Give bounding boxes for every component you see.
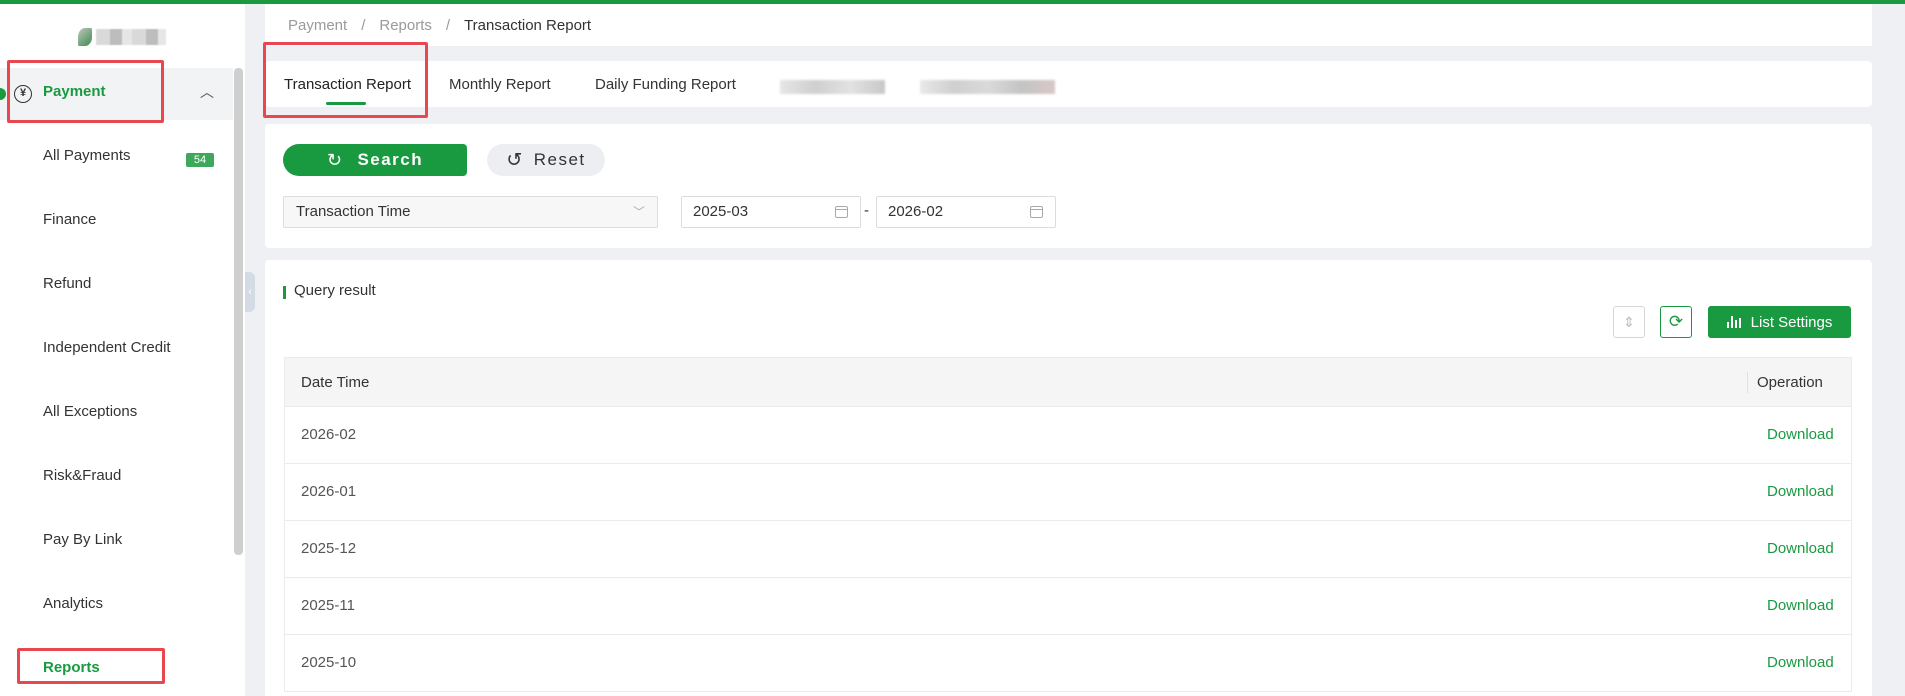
table-row: 2025-11 Download <box>285 578 1851 635</box>
results-title: Query result <box>294 282 376 299</box>
breadcrumb-separator: / <box>445 16 451 34</box>
column-header-operation: Operation <box>1757 374 1823 391</box>
calendar-icon <box>835 206 848 218</box>
sidebar-item-analytics[interactable]: Analytics <box>43 595 103 612</box>
download-link[interactable]: Download <box>1767 426 1834 443</box>
date-from-value: 2025-03 <box>693 203 749 220</box>
sidebar-scrollbar[interactable] <box>234 68 243 555</box>
date-range-separator: - <box>864 202 869 219</box>
highlight-box-transaction-tab <box>263 42 428 118</box>
sidebar-item-finance[interactable]: Finance <box>43 211 96 228</box>
calendar-icon <box>1030 206 1043 218</box>
results-table: Date Time Operation 2026-02 Download 202… <box>284 357 1852 692</box>
row-date: 2026-02 <box>301 426 357 443</box>
sidebar-item-all-exceptions[interactable]: All Exceptions <box>43 403 137 420</box>
export-icon[interactable]: ⇕ <box>1613 306 1645 338</box>
download-link[interactable]: Download <box>1767 654 1834 671</box>
list-settings-label: List Settings <box>1750 313 1833 331</box>
sidebar-item-risk-fraud[interactable]: Risk&Fraud <box>43 467 121 484</box>
sidebar-item-refund[interactable]: Refund <box>43 275 91 292</box>
active-indicator <box>0 88 6 100</box>
collapse-sidebar-handle[interactable]: ‹ <box>245 272 255 312</box>
chevron-down-icon: ﹀ <box>632 205 645 219</box>
breadcrumb-separator: / <box>361 16 366 34</box>
table-row: 2026-02 Download <box>285 407 1851 464</box>
table-row: 2025-10 Download <box>285 635 1851 692</box>
section-marker <box>283 286 286 299</box>
download-link[interactable]: Download <box>1767 483 1834 500</box>
reset-button-label: Reset <box>533 150 586 169</box>
highlight-box-payment <box>7 60 164 123</box>
search-panel: ↻ Search ↺ Reset Transaction Time ﹀ 2025… <box>265 124 1872 248</box>
search-icon: ↻ <box>326 149 344 170</box>
row-date: 2026-01 <box>301 483 357 500</box>
date-from-input[interactable]: 2025-03 <box>681 196 861 228</box>
sidebar-item-pay-by-link[interactable]: Pay By Link <box>43 531 122 548</box>
highlight-box-reports <box>17 648 165 684</box>
refresh-icon[interactable]: ⟳ <box>1660 306 1692 338</box>
table-row: 2025-12 Download <box>285 521 1851 578</box>
date-to-value: 2026-02 <box>888 203 944 220</box>
column-header-date: Date Time <box>301 374 370 391</box>
reset-icon: ↺ <box>506 149 524 171</box>
row-date: 2025-10 <box>301 654 357 671</box>
tab-monthly-report[interactable]: Monthly Report <box>449 76 551 93</box>
breadcrumb: Payment / Reports / Transaction Report <box>265 4 1872 46</box>
column-divider <box>1747 372 1748 393</box>
sidebar-item-all-payments[interactable]: All Payments <box>43 147 131 164</box>
table-row: 2026-01 Download <box>285 464 1851 521</box>
row-date: 2025-12 <box>301 540 357 557</box>
tab-blurred[interactable] <box>780 80 885 94</box>
search-button-label: Search <box>357 150 424 169</box>
report-tabs: Transaction Report Monthly Report Daily … <box>265 61 1872 107</box>
bar-chart-icon <box>1726 316 1741 328</box>
payments-count-badge: 54 <box>186 153 214 167</box>
chevron-up-icon[interactable]: ︿ <box>200 82 214 102</box>
tab-daily-funding-report[interactable]: Daily Funding Report <box>595 76 736 93</box>
row-date: 2025-11 <box>301 597 355 614</box>
reset-button[interactable]: ↺ Reset <box>487 144 605 176</box>
logo <box>78 26 166 48</box>
download-link[interactable]: Download <box>1767 597 1834 614</box>
table-header: Date Time Operation <box>285 358 1851 407</box>
breadcrumb-current: Transaction Report <box>464 16 592 34</box>
logo-text-blurred <box>96 29 166 45</box>
sidebar-item-independent-credit[interactable]: Independent Credit <box>43 339 171 356</box>
list-settings-button[interactable]: List Settings <box>1708 306 1851 338</box>
time-type-select[interactable]: Transaction Time ﹀ <box>283 196 658 228</box>
breadcrumb-reports[interactable]: Reports <box>379 17 432 34</box>
search-button[interactable]: ↻ Search <box>283 144 467 176</box>
tab-blurred[interactable] <box>920 80 1055 94</box>
time-type-value: Transaction Time <box>296 203 411 220</box>
breadcrumb-payment[interactable]: Payment <box>288 17 347 34</box>
logo-mark <box>78 28 92 46</box>
date-to-input[interactable]: 2026-02 <box>876 196 1056 228</box>
results-panel: Query result ⇕ ⟳ List Settings Date Time… <box>265 260 1872 696</box>
download-link[interactable]: Download <box>1767 540 1834 557</box>
